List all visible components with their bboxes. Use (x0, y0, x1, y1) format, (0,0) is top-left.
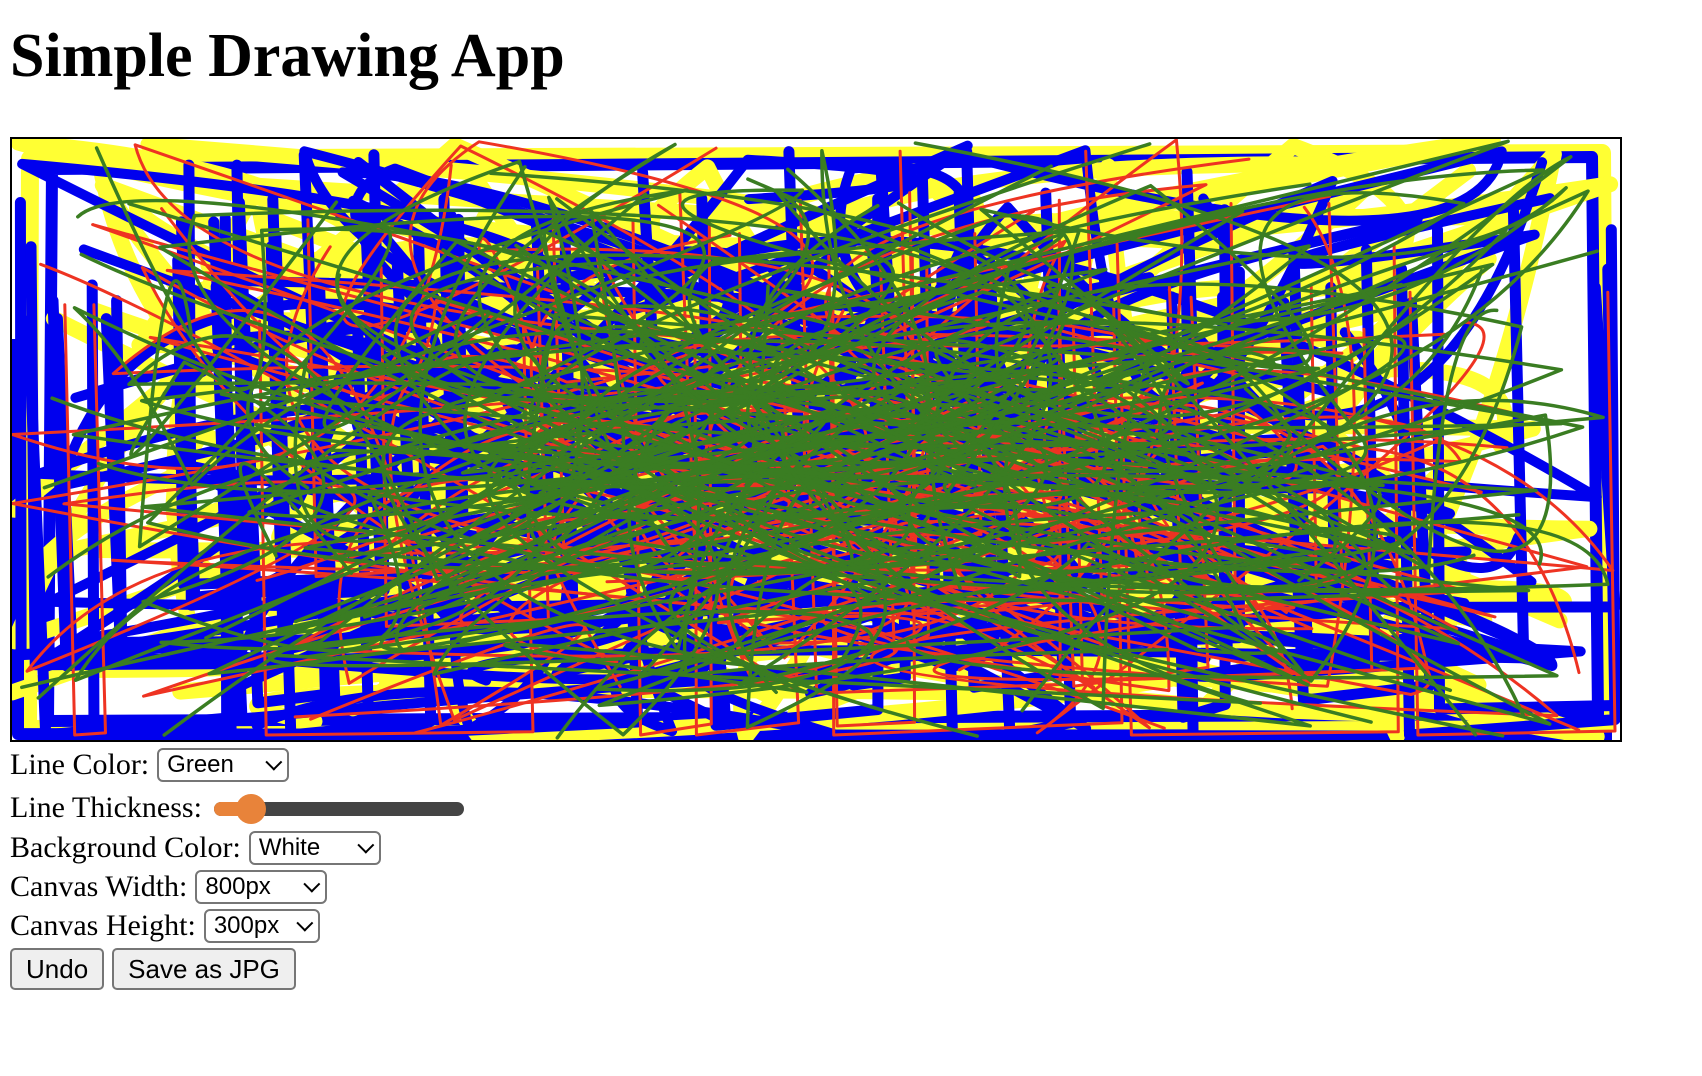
line-thickness-slider[interactable] (213, 791, 464, 825)
canvas-height-row: Canvas Height: 300px (10, 909, 320, 943)
background-color-value: White (258, 834, 321, 861)
slider-thumb[interactable] (236, 794, 267, 824)
drawing-canvas[interactable] (10, 137, 1622, 742)
chevron-down-icon (303, 875, 321, 893)
line-color-label: Line Color: (10, 748, 150, 781)
chevron-down-icon (296, 914, 314, 932)
chevron-down-icon (265, 753, 283, 771)
line-thickness-label: Line Thickness: (10, 791, 202, 824)
canvas-width-row: Canvas Width: 800px (10, 870, 328, 904)
page-title: Simple Drawing App (10, 22, 565, 90)
save-as-jpg-button[interactable]: Save as JPG (112, 948, 296, 990)
canvas-height-value: 300px (213, 912, 280, 939)
buttons-row: Undo Save as JPG (10, 948, 304, 990)
line-color-select[interactable]: Green (157, 748, 290, 782)
line-color-row: Line Color: Green (10, 748, 290, 782)
line-color-value: Green (167, 751, 234, 778)
canvas-width-value: 800px (205, 873, 271, 900)
undo-button[interactable]: Undo (10, 948, 105, 990)
chevron-down-icon (357, 836, 375, 854)
canvas-height-select[interactable]: 300px (203, 909, 320, 943)
background-color-label: Background Color: (10, 831, 241, 864)
drawing-strokes (12, 139, 1620, 740)
canvas-width-select[interactable]: 800px (195, 870, 328, 904)
background-color-row: Background Color: White (10, 831, 381, 865)
background-color-select[interactable]: White (248, 831, 381, 865)
canvas-width-label: Canvas Width: (10, 870, 188, 903)
line-thickness-row: Line Thickness: (10, 791, 464, 825)
drawing-app-page: Simple Drawing App Line Color: Green Lin… (0, 0, 1702, 1076)
canvas-height-label: Canvas Height: (10, 909, 196, 942)
